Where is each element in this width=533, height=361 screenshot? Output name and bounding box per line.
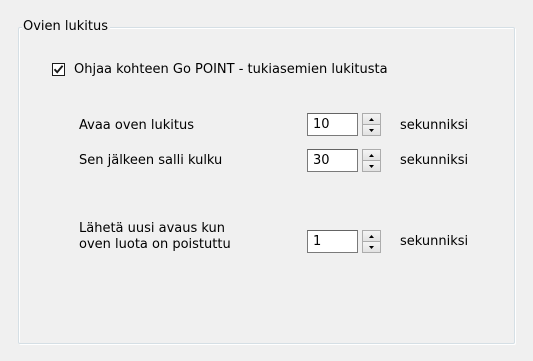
resend-unlock-label: Lähetä uusi avaus kun oven luota on pois… — [79, 221, 231, 253]
resend-unlock-up-button[interactable] — [362, 230, 381, 242]
unlock-duration-unit: sekunniksi — [400, 118, 469, 133]
groupbox-title: Ovien lukitus — [22, 18, 111, 36]
resend-unlock-unit: sekunniksi — [400, 234, 469, 249]
allow-passage-up-button[interactable] — [362, 149, 381, 161]
unlock-duration-up-button[interactable] — [362, 113, 381, 125]
allow-passage-label: Sen jälkeen salli kulku — [79, 153, 223, 168]
arrow-up-icon — [369, 234, 374, 238]
allow-passage-down-button[interactable] — [362, 161, 381, 172]
control-locking-label: Ohjaa kohteen Go POINT - tukiasemien luk… — [74, 62, 388, 77]
unlock-duration-input[interactable]: 10 — [307, 113, 358, 136]
arrow-up-icon — [369, 117, 374, 121]
unlock-duration-spinner[interactable]: 10 — [307, 113, 388, 136]
control-locking-checkbox[interactable] — [52, 63, 65, 76]
resend-unlock-input[interactable]: 1 — [307, 230, 358, 253]
arrow-down-icon — [369, 245, 374, 249]
resend-unlock-label-line2: oven luota on poistuttu — [79, 237, 231, 252]
checkmark-icon — [53, 65, 64, 74]
arrow-down-icon — [369, 164, 374, 168]
allow-passage-input[interactable]: 30 — [307, 149, 358, 172]
allow-passage-spinner[interactable]: 30 — [307, 149, 388, 172]
control-locking-checkbox-row[interactable]: Ohjaa kohteen Go POINT - tukiasemien luk… — [52, 62, 388, 77]
resend-unlock-down-button[interactable] — [362, 242, 381, 253]
allow-passage-unit: sekunniksi — [400, 153, 469, 168]
unlock-duration-label: Avaa oven lukitus — [79, 118, 195, 133]
arrow-up-icon — [369, 153, 374, 157]
unlock-duration-down-button[interactable] — [362, 125, 381, 136]
arrow-down-icon — [369, 128, 374, 132]
resend-unlock-spinner[interactable]: 1 — [307, 230, 388, 253]
resend-unlock-label-line1: Lähetä uusi avaus kun — [79, 221, 226, 236]
